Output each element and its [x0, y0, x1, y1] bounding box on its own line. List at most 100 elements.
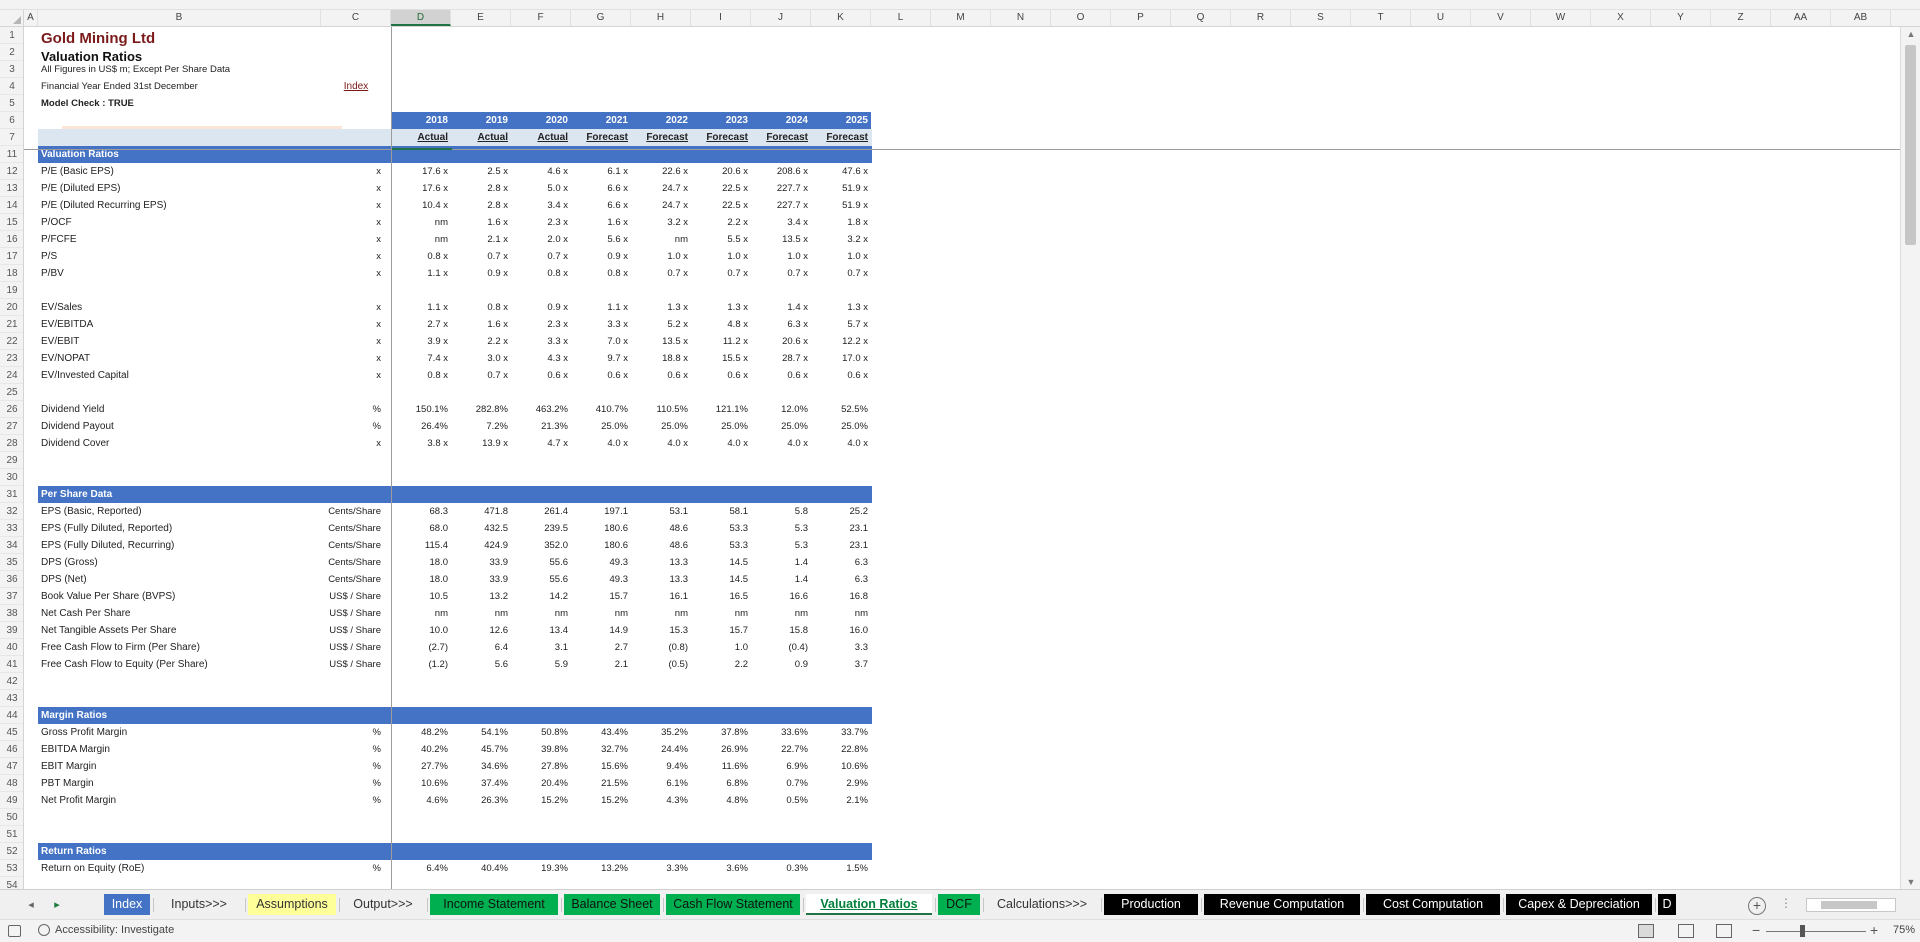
row-header-24[interactable]: 24 [0, 367, 23, 384]
row-header-14[interactable]: 14 [0, 197, 23, 214]
value-cell[interactable]: 424.9 [451, 537, 511, 554]
value-cell[interactable]: 3.6% [691, 860, 751, 877]
value-cell[interactable]: 17.6 x [391, 163, 451, 180]
sheet-tab[interactable]: Inputs>>> [156, 894, 242, 915]
row-header-30[interactable]: 30 [0, 469, 23, 486]
column-header-ab[interactable]: AB [1831, 10, 1891, 26]
value-cell[interactable]: 18.8 x [631, 350, 691, 367]
row-unit[interactable]: x [321, 367, 391, 384]
value-cell[interactable]: 0.9 x [571, 248, 631, 265]
column-header-f[interactable]: F [511, 10, 571, 26]
value-cell[interactable]: 1.4 [751, 554, 811, 571]
value-cell[interactable]: 1.0 x [751, 248, 811, 265]
value-cell[interactable]: 19.3% [511, 860, 571, 877]
row-unit[interactable]: x [321, 214, 391, 231]
value-cell[interactable]: 49.3 [571, 554, 631, 571]
value-cell[interactable]: 10.6% [391, 775, 451, 792]
row-unit[interactable]: x [321, 163, 391, 180]
value-cell[interactable]: 1.4 x [751, 299, 811, 316]
value-cell[interactable]: 208.6 x [751, 163, 811, 180]
value-cell[interactable]: 4.0 x [571, 435, 631, 452]
row-header-37[interactable]: 37 [0, 588, 23, 605]
row-label[interactable]: Net Tangible Assets Per Share [41, 622, 321, 639]
value-cell[interactable]: 5.6 [451, 656, 511, 673]
value-cell[interactable]: nm [631, 605, 691, 622]
value-cell[interactable]: 54.1% [451, 724, 511, 741]
value-cell[interactable]: 4.6% [391, 792, 451, 809]
value-cell[interactable]: 5.2 x [631, 316, 691, 333]
column-header-t[interactable]: T [1351, 10, 1411, 26]
value-cell[interactable]: 0.6 x [751, 367, 811, 384]
row-label[interactable]: P/E (Diluted Recurring EPS) [41, 197, 321, 214]
value-cell[interactable]: 6.1% [631, 775, 691, 792]
row-header-17[interactable]: 17 [0, 248, 23, 265]
value-cell[interactable]: 53.3 [691, 520, 751, 537]
value-cell[interactable]: 26.9% [691, 741, 751, 758]
value-cell[interactable]: 1.0 x [631, 248, 691, 265]
value-cell[interactable]: 15.8 [751, 622, 811, 639]
value-cell[interactable]: nm [571, 605, 631, 622]
value-cell[interactable]: 10.5 [391, 588, 451, 605]
tab-scroll-right-icon[interactable]: ▸ [48, 895, 66, 915]
value-cell[interactable]: 2.2 x [691, 214, 751, 231]
value-cell[interactable]: 15.5 x [691, 350, 751, 367]
value-cell[interactable]: 1.3 x [811, 299, 871, 316]
year-2022[interactable]: 2022 [631, 112, 691, 129]
period-type-2019[interactable]: Actual [451, 129, 511, 146]
value-cell[interactable]: 0.6 x [811, 367, 871, 384]
year-2025[interactable]: 2025 [811, 112, 871, 129]
row-label[interactable]: P/OCF [41, 214, 321, 231]
value-cell[interactable]: 40.2% [391, 741, 451, 758]
row-header-22[interactable]: 22 [0, 333, 23, 350]
value-cell[interactable]: (0.5) [631, 656, 691, 673]
row-header-47[interactable]: 47 [0, 758, 23, 775]
scroll-down-icon[interactable]: ▼ [1901, 875, 1920, 889]
value-cell[interactable]: 13.2 [451, 588, 511, 605]
value-cell[interactable]: 12.2 x [811, 333, 871, 350]
row-header-50[interactable]: 50 [0, 809, 23, 826]
value-cell[interactable]: 0.8 x [511, 265, 571, 282]
row-unit[interactable]: US$ / Share [321, 605, 391, 622]
value-cell[interactable]: 13.2% [571, 860, 631, 877]
vertical-scrollbar[interactable]: ▲ ▼ [1900, 27, 1920, 889]
row-header-44[interactable]: 44 [0, 707, 23, 724]
value-cell[interactable]: 13.9 x [451, 435, 511, 452]
column-header-b[interactable]: B [38, 10, 321, 26]
value-cell[interactable]: nm [691, 605, 751, 622]
value-cell[interactable]: 0.8 x [391, 248, 451, 265]
sheet-tab[interactable]: Calculations>>> [986, 894, 1098, 915]
value-cell[interactable]: 55.6 [511, 571, 571, 588]
row-label[interactable]: Free Cash Flow to Firm (Per Share) [41, 639, 321, 656]
row-header-42[interactable]: 42 [0, 673, 23, 690]
row-label[interactable]: EV/EBIT [41, 333, 321, 350]
row-header-12[interactable]: 12 [0, 163, 23, 180]
column-header-y[interactable]: Y [1651, 10, 1711, 26]
zoom-slider-thumb[interactable] [1800, 925, 1805, 937]
year-2019[interactable]: 2019 [451, 112, 511, 129]
row-header-23[interactable]: 23 [0, 350, 23, 367]
value-cell[interactable]: 1.3 x [631, 299, 691, 316]
value-cell[interactable]: 2.0 x [511, 231, 571, 248]
value-cell[interactable]: nm [751, 605, 811, 622]
row-unit[interactable]: x [321, 231, 391, 248]
column-header-x[interactable]: X [1591, 10, 1651, 26]
row-header-51[interactable]: 51 [0, 826, 23, 843]
value-cell[interactable]: 0.6 x [571, 367, 631, 384]
value-cell[interactable]: 16.5 [691, 588, 751, 605]
accessibility-icon[interactable] [38, 924, 50, 936]
value-cell[interactable]: 32.7% [571, 741, 631, 758]
zoom-slider[interactable] [1766, 931, 1866, 932]
value-cell[interactable]: 16.1 [631, 588, 691, 605]
row-header-5[interactable]: 5 [0, 95, 23, 112]
period-type-2025[interactable]: Forecast [811, 129, 871, 146]
zoom-out-icon[interactable]: − [1752, 922, 1760, 938]
value-cell[interactable]: 25.0% [571, 418, 631, 435]
value-cell[interactable]: 0.3% [751, 860, 811, 877]
value-cell[interactable]: 24.7 x [631, 197, 691, 214]
row-unit[interactable]: US$ / Share [321, 656, 391, 673]
row-unit[interactable]: x [321, 299, 391, 316]
value-cell[interactable]: 6.3 [811, 554, 871, 571]
more-tabs-ellipsis[interactable]: ... [1396, 894, 1416, 915]
value-cell[interactable]: 6.1 x [571, 163, 631, 180]
value-cell[interactable]: 16.8 [811, 588, 871, 605]
